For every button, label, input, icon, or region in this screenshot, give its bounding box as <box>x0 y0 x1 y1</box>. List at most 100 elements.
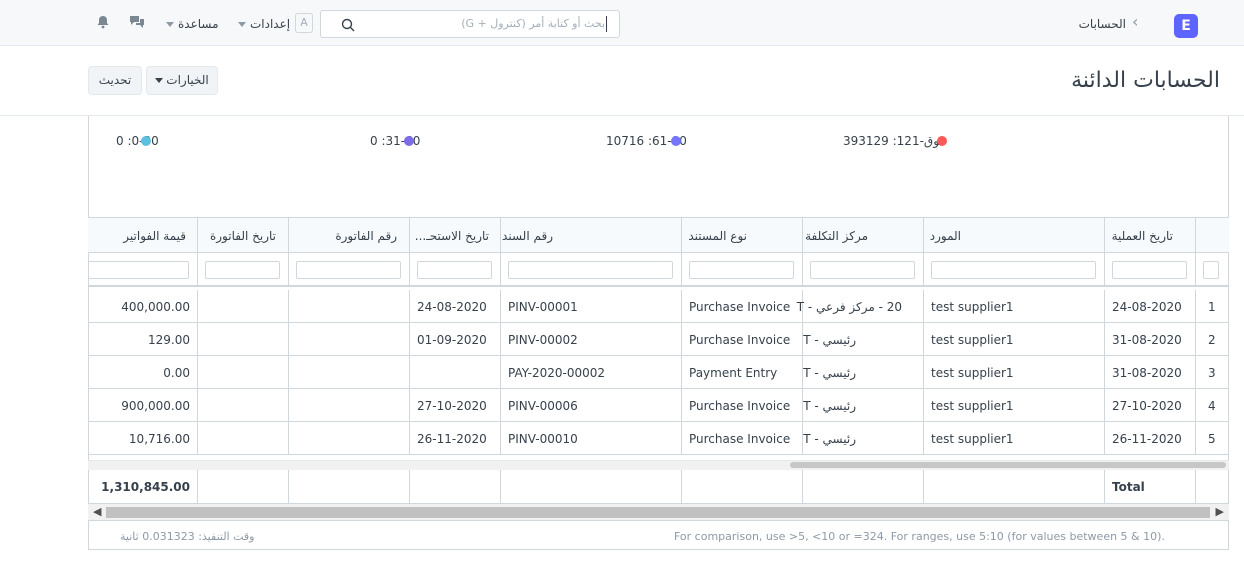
column-divider <box>1195 290 1196 323</box>
column-divider <box>197 253 198 287</box>
column-divider <box>1104 290 1105 323</box>
help-label: مساعدة <box>178 17 219 31</box>
row-index: 2 <box>1208 333 1216 347</box>
invoiced-cell: 900,000.00 <box>121 399 190 413</box>
summary-item: 10716 :61-90 <box>606 134 687 148</box>
invoiced-cell: 129.00 <box>148 333 190 347</box>
table-row[interactable]: 1 24-08-2020 test supplier1 20 - مركز فر… <box>88 290 1229 323</box>
filter-input-voucher-type[interactable] <box>689 261 794 279</box>
breadcrumb[interactable]: الحسابات <box>1060 17 1126 31</box>
summary-item: 0 :0-30 <box>116 134 159 148</box>
filter-hint: For comparison, use >5, <10 or =324. For… <box>674 530 1165 543</box>
horizontal-scrollbar[interactable]: ◀ ▶ <box>88 504 1229 521</box>
column-divider <box>197 356 198 389</box>
column-divider <box>288 218 289 254</box>
column-divider <box>923 356 924 389</box>
scroll-left-icon[interactable]: ◀ <box>93 505 101 518</box>
settings-dropdown[interactable]: إعدادات <box>238 17 290 31</box>
column-divider <box>1104 218 1105 254</box>
settings-label: إعدادات <box>250 17 291 31</box>
filter-input-bill-date[interactable] <box>205 261 280 279</box>
filter-input-due-date[interactable] <box>417 261 492 279</box>
voucher-type-cell: Payment Entry <box>689 366 778 380</box>
column-header-bill-no[interactable]: رقم الفاتورة <box>335 229 397 243</box>
text-caret <box>606 16 607 32</box>
table-row[interactable]: 3 31-08-2020 test supplier1 رئيسي - T Pa… <box>88 356 1229 389</box>
due-date-cell: 24-08-2020 <box>417 300 487 314</box>
column-divider <box>681 389 682 422</box>
bell-icon[interactable] <box>97 15 109 32</box>
column-header-voucher-no[interactable]: رقم السند <box>502 229 553 243</box>
column-divider <box>409 470 410 504</box>
page-title: الحسابات الدائنة <box>1071 68 1220 93</box>
filter-input-bill-no[interactable] <box>296 261 401 279</box>
voucher-type-cell: Purchase Invoice <box>689 399 791 413</box>
supplier-cell: test supplier1 <box>931 399 1014 413</box>
help-dropdown[interactable]: مساعدة <box>166 17 219 31</box>
refresh-button[interactable]: تحديث <box>88 66 142 95</box>
scroll-right-icon[interactable]: ▶ <box>1216 505 1224 518</box>
column-header-invoiced[interactable]: قيمة الفواتير <box>123 229 186 243</box>
summary-item: 0 :31-60 <box>370 134 420 148</box>
column-divider <box>500 253 501 287</box>
filter-input-voucher-no[interactable] <box>508 261 673 279</box>
column-header-bill-date[interactable]: تاريخ الفاتورة <box>210 229 276 243</box>
total-invoiced: 1,310,845.00 <box>101 480 190 494</box>
column-header-voucher-type[interactable]: نوع المستند <box>688 229 747 243</box>
column-divider <box>681 218 682 254</box>
grid-header: تاريخ العملية المورد مركز التكلفة نوع ال… <box>88 217 1229 254</box>
summary-dot <box>670 135 681 146</box>
column-divider <box>802 253 803 287</box>
search-placeholder: بحث أو كتابة أمر (كنترول + G) <box>461 17 605 30</box>
summary-text: 393129 :فوق-121 <box>843 134 946 148</box>
column-divider <box>288 389 289 422</box>
filter-input-invoiced[interactable] <box>88 261 189 279</box>
app-logo[interactable]: E <box>1174 14 1198 38</box>
chat-icon[interactable] <box>129 15 145 32</box>
summary-dot <box>404 135 415 146</box>
posting-date-cell: 31-08-2020 <box>1112 333 1182 347</box>
filter-input-cost-center[interactable] <box>810 261 915 279</box>
search-input[interactable]: بحث أو كتابة أمر (كنترول + G) <box>320 10 620 38</box>
column-divider <box>288 470 289 504</box>
table-scroll-thumb[interactable] <box>790 462 1226 468</box>
column-divider <box>288 323 289 356</box>
filter-input-posting-date[interactable] <box>1112 261 1187 279</box>
column-divider <box>409 422 410 455</box>
table-row[interactable]: 5 26-11-2020 test supplier1 رئيسي - T Pu… <box>88 422 1229 455</box>
column-divider <box>1104 323 1105 356</box>
total-label: Total <box>1112 480 1145 494</box>
supplier-cell: test supplier1 <box>931 366 1014 380</box>
cost-center-cell: رئيسي - T <box>803 366 856 380</box>
column-header-due-date[interactable]: تاريخ الاستحـ... <box>415 229 489 243</box>
column-divider <box>1195 422 1196 455</box>
column-divider <box>197 218 198 254</box>
column-divider <box>500 422 501 455</box>
filter-input-index[interactable] <box>1203 261 1219 279</box>
column-divider <box>1195 218 1196 254</box>
column-divider <box>1195 253 1196 287</box>
filter-input-supplier[interactable] <box>931 261 1096 279</box>
posting-date-cell: 31-08-2020 <box>1112 366 1182 380</box>
column-divider <box>409 290 410 323</box>
column-header-posting-date[interactable]: تاريخ العملية <box>1112 229 1173 243</box>
voucher-no-cell: PINV-00001 <box>508 300 578 314</box>
due-date-cell: 27-10-2020 <box>417 399 487 413</box>
execution-time: وقت التنفيذ: 0.031323 ثانية <box>120 530 255 543</box>
summary-dot <box>140 135 151 146</box>
scrollbar-thumb[interactable] <box>106 507 1210 518</box>
table-row[interactable]: 2 31-08-2020 test supplier1 رئيسي - T Pu… <box>88 323 1229 356</box>
voucher-no-cell: PINV-00006 <box>508 399 578 413</box>
table-row[interactable]: 4 27-10-2020 test supplier1 رئيسي - T Pu… <box>88 389 1229 422</box>
a-icon[interactable]: A <box>295 13 313 33</box>
column-divider <box>923 218 924 254</box>
column-divider <box>197 470 198 504</box>
column-header-cost-center[interactable]: مركز التكلفة <box>805 229 868 243</box>
caret-down-icon <box>166 22 174 27</box>
options-button[interactable]: الخيارات <box>146 66 218 95</box>
column-divider <box>288 253 289 287</box>
cost-center-cell: 20 - مركز فرعي - T <box>796 300 902 314</box>
column-divider <box>500 218 501 254</box>
column-header-supplier[interactable]: المورد <box>930 229 961 243</box>
column-divider <box>923 323 924 356</box>
